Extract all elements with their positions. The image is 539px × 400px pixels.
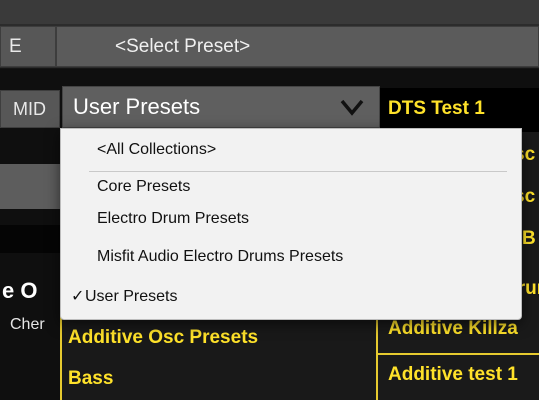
collection-dropdown-menu: <All Collections> Core Presets Electro D… [60,128,522,320]
list-item[interactable]: Bass [68,368,113,390]
menu-item-core-presets[interactable]: Core Presets [61,172,521,202]
list-item[interactable]: Additive Osc Presets [68,327,258,349]
menu-item-misfit-audio-presets[interactable]: Misfit Audio Electro Drums Presets [61,242,521,272]
chevron-down-icon[interactable] [339,96,365,118]
menu-item-label: <All Collections> [97,141,217,158]
list-divider [378,353,539,355]
filter-left-button[interactable]: MID [0,90,60,128]
list-item[interactable]: DTS Test 1 [388,98,485,120]
menu-item-all-collections[interactable]: <All Collections> [61,135,521,165]
menu-item-label: Misfit Audio Electro Drums Presets [97,248,344,265]
left-partial-subtitle: Cher [10,316,45,333]
toolbar: E <Select Preset> [0,24,539,69]
collection-dropdown[interactable]: User Presets [62,86,380,128]
top-strip [0,0,539,24]
left-partial-title: e O [2,278,38,303]
menu-item-label: Core Presets [97,178,191,195]
collection-dropdown-value: User Presets [73,94,201,119]
menu-item-label: Electro Drum Presets [97,210,250,227]
left-panel-bar [0,164,66,209]
list-item[interactable]: Additive Killza [388,318,518,340]
checkmark-icon: ✓ [71,288,85,305]
list-item[interactable]: B [522,228,536,250]
menu-item-user-presets[interactable]: ✓ User Presets [61,282,521,312]
toolbar-left-button[interactable]: E [0,26,56,67]
menu-item-label: User Presets [85,288,178,305]
left-panel-black-bar [0,225,66,253]
app-window: E <Select Preset> MID e O Cher Additive … [0,0,539,400]
menu-item-electro-drum-presets[interactable]: Electro Drum Presets [61,204,521,234]
list-item[interactable]: Additive test 1 [388,364,518,386]
preset-selector[interactable]: <Select Preset> [56,26,539,67]
